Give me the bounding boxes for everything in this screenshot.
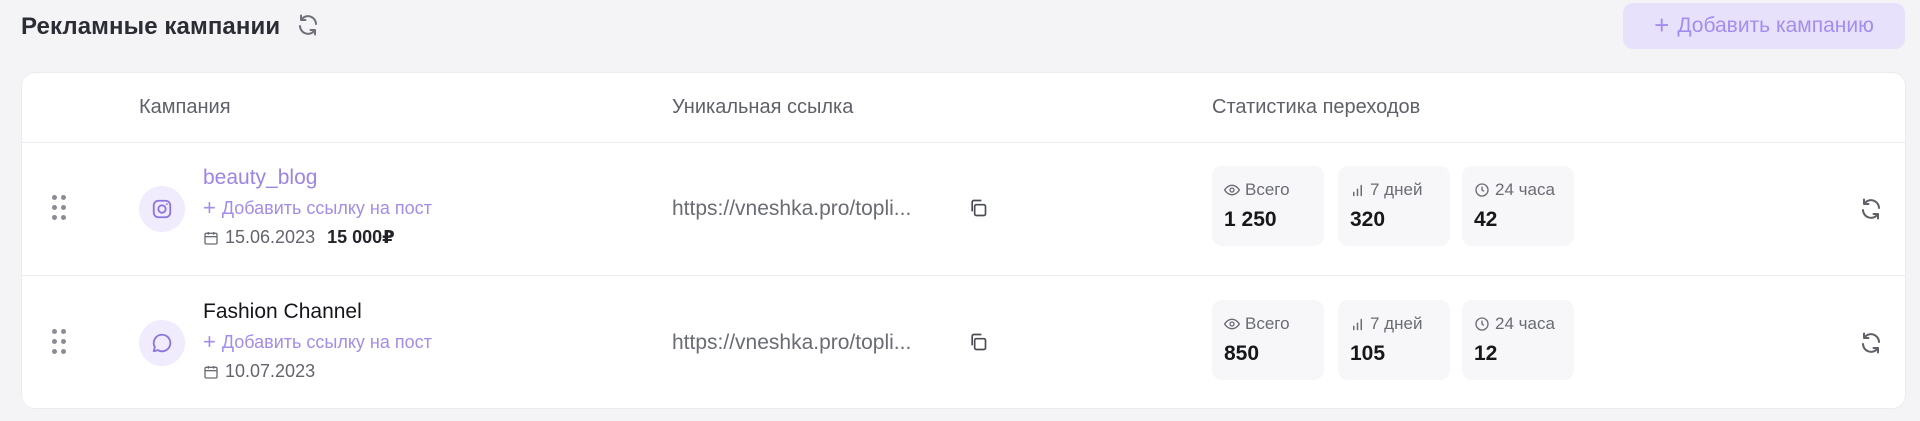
campaign-name[interactable]: Fashion Channel	[203, 300, 362, 324]
page-title: Рекламные кампании	[21, 13, 281, 40]
stat-week: 7 дней 105	[1338, 300, 1450, 380]
add-post-link[interactable]: + Добавить ссылку на пост	[203, 194, 432, 220]
avatar	[139, 320, 185, 366]
campaign-date: 10.07.2023	[225, 361, 316, 381]
copy-link-button[interactable]	[964, 328, 992, 356]
stat-value: 320	[1350, 208, 1386, 231]
campaign-name-link[interactable]: beauty_blog	[203, 166, 317, 190]
column-header-campaign: Кампания	[139, 96, 231, 118]
refresh-icon	[299, 14, 317, 36]
refresh-icon	[1862, 198, 1880, 220]
chat-bubble-icon	[152, 333, 172, 353]
table-header: Кампания Уникальная ссылка Статистика пе…	[22, 73, 1905, 143]
add-post-link[interactable]: + Добавить ссылку на пост	[203, 328, 432, 354]
page-header: Рекламные кампании + Добавить кампанию	[21, 0, 1905, 50]
bar-chart-icon	[1353, 318, 1362, 330]
refresh-icon	[1862, 332, 1880, 354]
drag-handle-icon[interactable]	[52, 195, 66, 221]
refresh-stats-button[interactable]	[1857, 195, 1885, 223]
unique-link: https://vneshka.pro/topli...	[672, 197, 912, 220]
stat-total: Всего 850	[1212, 300, 1324, 380]
stat-value: 850	[1224, 342, 1260, 365]
stat-value: 12	[1474, 342, 1498, 365]
instagram-icon	[152, 199, 172, 219]
clock-icon	[1475, 317, 1489, 331]
stat-label: 24 часа	[1495, 180, 1555, 199]
plus-icon: +	[1654, 10, 1670, 40]
calendar-icon	[203, 230, 219, 246]
stat-label: Всего	[1245, 314, 1290, 333]
column-header-link: Уникальная ссылка	[672, 96, 854, 118]
table-row: beauty_blog + Добавить ссылку на пост 15…	[22, 143, 1905, 276]
stat-value: 42	[1474, 208, 1498, 231]
eye-icon	[1224, 184, 1240, 196]
stat-total: Всего 1 250	[1212, 166, 1324, 246]
plus-icon: +	[203, 328, 216, 354]
stat-value: 105	[1350, 342, 1386, 365]
refresh-button[interactable]	[295, 12, 321, 38]
bar-chart-icon	[1353, 184, 1362, 196]
campaign-meta: 10.07.2023	[203, 361, 315, 382]
add-campaign-button[interactable]: + Добавить кампанию	[1623, 3, 1905, 49]
stat-week: 7 дней 320	[1338, 166, 1450, 246]
copy-icon	[971, 333, 987, 351]
campaign-date: 15.06.2023	[225, 227, 316, 247]
stat-day: 24 часа 42	[1462, 166, 1574, 246]
stat-label: 7 дней	[1370, 180, 1423, 199]
stat-label: 7 дней	[1370, 314, 1423, 333]
stat-day: 24 часа 12	[1462, 300, 1574, 380]
table-row: Fashion Channel + Добавить ссылку на пос…	[22, 277, 1905, 408]
add-post-label: Добавить ссылку на пост	[221, 332, 432, 352]
calendar-icon	[203, 364, 219, 380]
copy-icon	[971, 199, 987, 217]
avatar	[139, 186, 185, 232]
clock-icon	[1475, 183, 1489, 197]
copy-link-button[interactable]	[964, 194, 992, 222]
unique-link: https://vneshka.pro/topli...	[672, 331, 912, 354]
eye-icon	[1224, 318, 1240, 330]
plus-icon: +	[203, 194, 216, 220]
stat-label: Всего	[1245, 180, 1290, 199]
refresh-stats-button[interactable]	[1857, 329, 1885, 357]
campaigns-table: Кампания Уникальная ссылка Статистика пе…	[21, 72, 1906, 409]
campaign-meta: 15.06.2023 15 000₽	[203, 227, 395, 248]
campaign-price: 15 000₽	[327, 227, 395, 247]
add-campaign-label: Добавить кампанию	[1677, 14, 1874, 37]
stat-label: 24 часа	[1495, 314, 1555, 333]
column-header-stats: Статистика переходов	[1212, 96, 1421, 118]
stat-value: 1 250	[1224, 208, 1277, 231]
drag-handle-icon[interactable]	[52, 329, 66, 355]
add-post-label: Добавить ссылку на пост	[221, 198, 432, 218]
